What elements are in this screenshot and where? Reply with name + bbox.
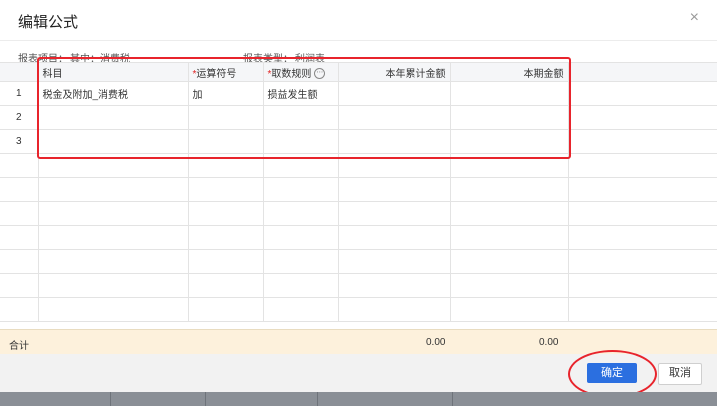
subject-cell[interactable]: 税金及附加_消费税	[38, 81, 189, 106]
close-icon[interactable]: ×	[690, 10, 699, 26]
background-strip	[0, 392, 717, 406]
dialog-title: 编辑公式	[18, 14, 79, 31]
rule-cell[interactable]	[263, 129, 339, 154]
period-cell[interactable]	[450, 81, 569, 106]
table-row: 1 税金及附加_消费税 加 损益发生额	[0, 81, 717, 106]
ytd-cell[interactable]	[338, 129, 451, 154]
totals-label: 合计	[9, 341, 29, 352]
more-options-icon[interactable]: ⋯	[314, 68, 326, 80]
period-cell[interactable]	[450, 105, 569, 130]
cancel-button[interactable]: 取消	[658, 363, 702, 385]
operator-header: *运算符号	[188, 62, 264, 82]
empty-row	[0, 297, 717, 322]
operator-cell[interactable]	[188, 129, 264, 154]
rule-cell[interactable]: 损益发生额	[263, 81, 339, 106]
row-index: 3	[0, 129, 39, 154]
totals-row: 合计 0.00 0.00	[0, 329, 717, 354]
operator-cell[interactable]	[188, 105, 264, 130]
ytd-cell[interactable]	[338, 81, 451, 106]
period-cell[interactable]	[450, 129, 569, 154]
filler-cell	[568, 81, 717, 106]
formula-grid: 科目 *运算符号 *取数规则 ⋯ 本年累计金额 本期金额 1 税金及附加_消费税 …	[0, 62, 717, 328]
ytd-cell[interactable]	[338, 105, 451, 130]
table-row: 2	[0, 105, 717, 130]
rule-header: *取数规则 ⋯	[263, 62, 339, 82]
empty-row	[0, 249, 717, 274]
filler-cell	[568, 105, 717, 130]
empty-row	[0, 201, 717, 226]
subject-cell[interactable]	[38, 129, 189, 154]
row-index: 1	[0, 81, 39, 106]
subject-header: 科目	[38, 62, 189, 82]
empty-row	[0, 273, 717, 298]
confirm-button[interactable]: 确定	[587, 363, 637, 383]
index-header	[0, 62, 39, 82]
subject-cell[interactable]	[38, 105, 189, 130]
totals-period: 0.00	[539, 337, 559, 348]
operator-cell[interactable]: 加	[188, 81, 264, 106]
filler-cell	[568, 129, 717, 154]
grid-header-row: 科目 *运算符号 *取数规则 ⋯ 本年累计金额 本期金额	[0, 62, 717, 82]
table-row: 3	[0, 129, 717, 154]
row-index: 2	[0, 105, 39, 130]
empty-row	[0, 177, 717, 202]
empty-row	[0, 153, 717, 178]
dialog-header: 编辑公式 ×	[0, 0, 717, 41]
ytd-header: 本年累计金额	[338, 62, 451, 82]
filler-header	[568, 62, 717, 82]
rule-cell[interactable]	[263, 105, 339, 130]
period-header: 本期金额	[450, 62, 569, 82]
empty-row	[0, 225, 717, 250]
totals-ytd: 0.00	[426, 337, 446, 348]
